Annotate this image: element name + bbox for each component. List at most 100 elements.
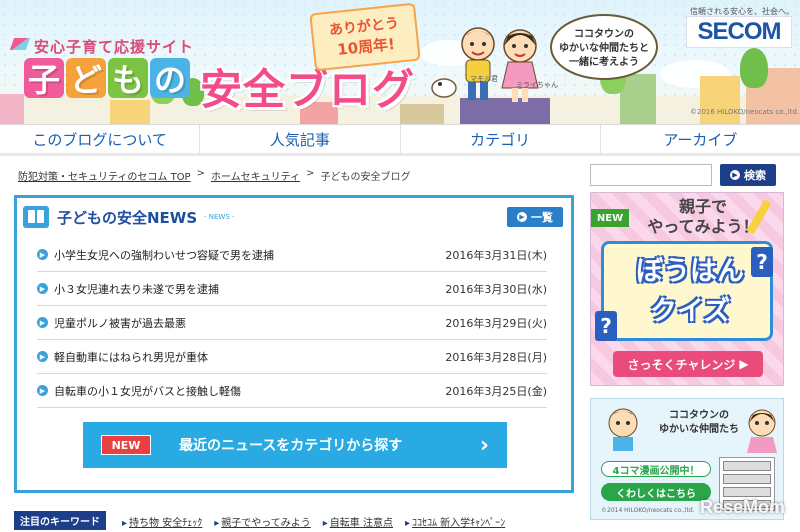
breadcrumb-separator: >	[196, 168, 205, 179]
character-name-boy: マモル君	[470, 75, 498, 83]
manga-title-line2: ゆかいな仲間たち	[659, 424, 739, 435]
quiz-banner[interactable]: NEW 親子で やってみよう！ ぼうはん クイズ ? ? さっそくチャレンジ ▶	[590, 192, 784, 386]
arrow-right-icon: ▶	[37, 351, 48, 362]
watermark: ReseMom	[700, 497, 786, 517]
search-button-label: 検索	[744, 169, 766, 182]
news-item-title[interactable]: 自転車の小１女児がバスと接触し軽傷	[54, 383, 445, 399]
site-tagline: 安心子育て応援サイト	[34, 38, 195, 56]
characters-illustration	[431, 27, 539, 102]
search-input[interactable]	[590, 164, 712, 186]
news-item[interactable]: ▶ 軽自動車にはねられ男児が重体 2016年3月28日(月)	[37, 340, 547, 374]
building	[700, 76, 740, 124]
title-char: 子	[24, 58, 65, 99]
news-title: 子どもの安全NEWS	[57, 209, 198, 227]
book-icon	[23, 206, 49, 228]
breadcrumb-current: 子どもの安全ブログ	[320, 172, 411, 183]
news-item-date: 2016年3月30日(水)	[445, 282, 547, 296]
news-item-title[interactable]: 児童ポルノ被害が過去最悪	[54, 315, 445, 331]
question-mark-icon: ?	[595, 311, 617, 341]
news-category-label: 最近のニュースをカテゴリから探す	[179, 438, 403, 454]
news-item-date: 2016年3月25日(金)	[445, 384, 547, 398]
anniversary-badge: ありがとう 10周年!	[309, 2, 421, 72]
news-all-button[interactable]: ▶ 一覧	[507, 207, 563, 227]
comic-panel	[723, 461, 771, 471]
speech-line: ココタウンの	[574, 29, 634, 40]
quiz-title: ぼうはん クイズ	[616, 252, 764, 332]
news-item-date: 2016年3月29日(火)	[445, 316, 547, 330]
header-copyright: ©2016 HILOKO/neocats co.,ltd.	[690, 108, 800, 116]
title-char: も	[108, 58, 149, 99]
secom-logo-link[interactable]: SECOM	[686, 16, 792, 48]
site-header: 安心子育て応援サイト 子 ど も の 安全ブログ ありがとう 10周年! マモル…	[0, 0, 800, 124]
breadcrumb-home-security[interactable]: ホームセキュリティ	[211, 168, 300, 183]
news-all-label: 一覧	[531, 211, 553, 224]
news-panel: 子どもの安全NEWS - NEWS - ▶ 一覧 ▶ 小学生女児への強制わいせつ…	[14, 195, 574, 493]
news-item-date: 2016年3月31日(木)	[445, 248, 547, 262]
news-item-title[interactable]: 軽自動車にはねられ男児が重体	[54, 349, 445, 365]
keywords-label: 注目のキーワード	[14, 511, 106, 530]
speech-line: 一緒に考えよう	[569, 57, 639, 68]
chevron-right-icon: ▶	[517, 212, 527, 222]
nav-popular[interactable]: 人気記事	[200, 125, 401, 153]
site-title-chars: 子 ど も の	[24, 58, 192, 104]
new-badge: NEW	[101, 435, 151, 455]
arrow-right-icon: ▶	[37, 283, 48, 294]
news-item-title[interactable]: 小学生女児への強制わいせつ容疑で男を逮捕	[54, 247, 445, 263]
manga-badge: 4コマ漫画公開中！	[601, 461, 711, 477]
news-item-date: 2016年3月28日(月)	[445, 350, 547, 364]
character-name-girl: ミライちゃん	[516, 81, 558, 89]
arrow-right-icon: ▶	[37, 317, 48, 328]
news-list: ▶ 小学生女児への強制わいせつ容疑で男を逮捕 2016年3月31日(木) ▶ 小…	[37, 238, 547, 408]
manga-copyright: ©2014 HILOKO/neocats co.,ltd.	[601, 507, 695, 514]
quiz-challenge-label: さっそくチャレンジ	[627, 357, 736, 372]
quiz-heading: 親子で やってみよう！	[643, 197, 763, 237]
breadcrumb-top[interactable]: 防犯対策・セキュリティのセコム TOP	[18, 168, 191, 183]
quiz-title-line1: ぼうはん	[636, 256, 744, 287]
manga-title: ココタウンの ゆかいな仲間たち	[649, 409, 749, 437]
news-item[interactable]: ▶ 児童ポルノ被害が過去最悪 2016年3月29日(火)	[37, 306, 547, 340]
speech-bubble: ココタウンの ゆかいな仲間たちと 一緒に考えよう	[550, 14, 658, 80]
comic-panel	[723, 487, 771, 497]
secom-logo: SECOM	[697, 18, 781, 45]
quiz-challenge-button[interactable]: さっそくチャレンジ ▶	[613, 351, 763, 377]
keywords-list: 持ち物 安全ﾁｪｯｸ 親子でやってみよう 自転車 注意点 ｺｺｾｺﾑ 新入学ｷｬ…	[122, 514, 505, 529]
comic-panel	[723, 474, 771, 484]
speech-line: ゆかいな仲間たちと	[559, 43, 649, 54]
arrow-right-icon: ▶	[37, 249, 48, 260]
keyword-link[interactable]: 持ち物 安全ﾁｪｯｸ	[122, 514, 202, 529]
news-category-button[interactable]: NEW 最近のニュースをカテゴリから探す ›	[83, 422, 507, 468]
breadcrumb-separator: >	[306, 168, 315, 179]
manga-title-line1: ココタウンの	[669, 410, 729, 421]
keyword-link[interactable]: 自転車 注意点	[323, 514, 393, 529]
news-header: 子どもの安全NEWS - NEWS - ▶ 一覧	[17, 198, 571, 238]
arrow-right-icon: ▶	[37, 385, 48, 396]
news-item[interactable]: ▶ 自転車の小１女児がバスと接触し軽傷 2016年3月25日(金)	[37, 374, 547, 408]
news-subtitle: - NEWS -	[204, 213, 235, 221]
news-item-title[interactable]: 小３女児連れ去り未遂で男を逮捕	[54, 281, 445, 297]
global-nav: このブログについて 人気記事 カテゴリ アーカイブ	[0, 124, 800, 156]
breadcrumb: 防犯対策・セキュリティのセコム TOP > ホームセキュリティ > 子どもの安全…	[18, 168, 410, 183]
manga-details-button[interactable]: くわしくはこちら	[601, 483, 711, 501]
nav-archive[interactable]: アーカイブ	[601, 125, 800, 153]
quiz-title-line2: クイズ	[649, 296, 731, 327]
tree	[740, 48, 768, 88]
quiz-heading-line1: 親子で	[678, 197, 727, 216]
title-char: ど	[66, 58, 107, 99]
search-button[interactable]: ▶ 検索	[720, 164, 776, 186]
title-char: の	[150, 58, 191, 99]
keyword-link[interactable]: ｺｺｾｺﾑ 新入学ｷｬﾝﾍﾟｰﾝ	[405, 514, 505, 529]
nav-about[interactable]: このブログについて	[0, 125, 201, 153]
quiz-new-badge: NEW	[591, 209, 629, 227]
chevron-right-icon: ▶	[739, 357, 749, 371]
chevron-right-icon: ▶	[730, 170, 740, 180]
question-mark-icon: ?	[751, 247, 773, 277]
building	[0, 94, 24, 124]
nav-category[interactable]: カテゴリ	[401, 125, 601, 153]
news-item[interactable]: ▶ 小学生女児への強制わいせつ容疑で男を逮捕 2016年3月31日(木)	[37, 238, 547, 272]
quiz-heading-line2: やってみよう！	[647, 217, 759, 236]
keyword-link[interactable]: 親子でやってみよう	[214, 514, 311, 529]
news-item[interactable]: ▶ 小３女児連れ去り未遂で男を逮捕 2016年3月30日(水)	[37, 272, 547, 306]
chevron-right-icon: ›	[479, 432, 489, 458]
site-title[interactable]: 安全ブログ	[200, 56, 415, 117]
boy-character-icon	[608, 408, 638, 451]
